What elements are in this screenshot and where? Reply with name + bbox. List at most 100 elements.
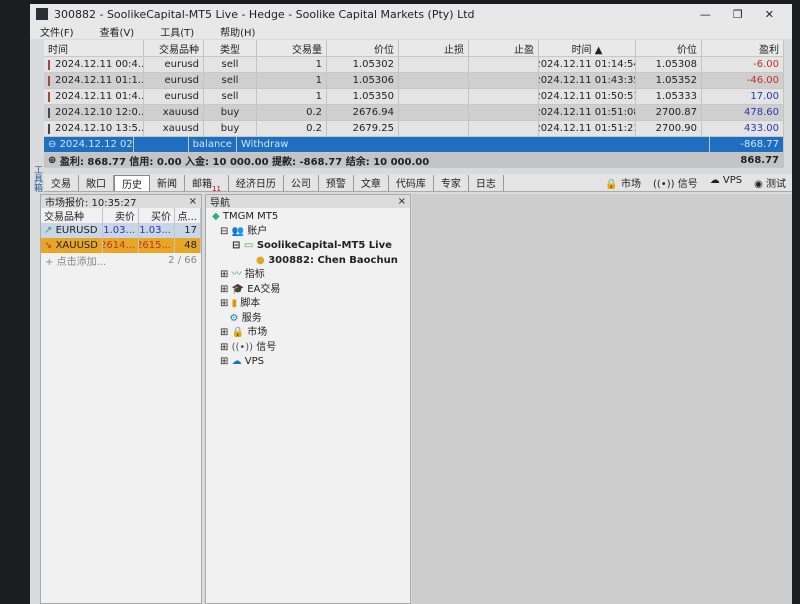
cell-comment: Withdraw (237, 137, 710, 152)
cell-text: buy (220, 123, 240, 134)
cell-volume: 0.2 (257, 105, 327, 120)
col-volume[interactable]: 交易量 (257, 40, 327, 56)
col-profit[interactable]: 盈利 (702, 40, 784, 56)
tab-4[interactable]: 邮箱11 (185, 174, 229, 193)
table-row[interactable]: 2024.12.11 01:4... eurusd sell 1 1.05350 2024… (44, 89, 784, 105)
cell-tp (469, 73, 539, 88)
tab-3[interactable]: 新闻 (150, 174, 185, 191)
cell-time: ⊖ 2024.12.12 02:4... (44, 137, 135, 152)
col-close-time[interactable]: 时间 ▲ (539, 40, 636, 56)
col-symbol[interactable]: 交易品种 (144, 40, 204, 56)
cell-type: buy (204, 105, 257, 120)
tab-11[interactable]: 日志 (469, 174, 504, 191)
tab-2[interactable]: 历史 (114, 174, 150, 191)
window-title: 300882 - SoolikeCapital-MT5 Live - Hedge… (54, 7, 475, 21)
vps-link[interactable]: ☁ VPS (710, 175, 742, 190)
tab-8[interactable]: 文章 (354, 174, 389, 191)
cell-time: 2024.12.11 00:4... (44, 57, 144, 72)
col-sl[interactable]: 止损 (399, 40, 469, 56)
mt5-icon: ◆ (212, 211, 220, 222)
tab-6[interactable]: 公司 (284, 174, 319, 191)
cell-type: buy (204, 121, 257, 136)
market-row-eurusd[interactable]: ↗ EURUSD 1.03... 1.03... 17 (41, 223, 201, 238)
cell-text: 1.05333 (655, 91, 697, 102)
tab-5[interactable]: 经济日历 (229, 174, 284, 191)
tab-label: 敞口 (86, 178, 106, 190)
table-row-selected[interactable]: ⊖ 2024.12.12 02:4... balanceWithdraw-868.… (44, 137, 784, 153)
tree-item[interactable]: ⊞ ▮ 脚本 (212, 297, 404, 312)
table-row[interactable]: 2024.12.11 01:1... eurusd sell 1 1.05306 2024… (44, 73, 784, 89)
tree-accounts[interactable]: ⊟ 👥 账户 (212, 225, 404, 240)
tab-1[interactable]: 敞口 (79, 174, 114, 191)
tab-label: 预警 (325, 178, 346, 190)
toolbox-label[interactable]: 工具箱 (30, 162, 43, 194)
tree-item-label: 市场 (247, 327, 268, 338)
app-logo-icon (36, 8, 48, 20)
tree-item[interactable]: ⊞ 🎓 EA交易 (212, 283, 404, 298)
col-time[interactable]: 时间 (44, 40, 144, 56)
tree-root[interactable]: ◆ TMGM MT5 (212, 210, 404, 225)
col-price[interactable]: 价位 (327, 40, 399, 56)
tree-account[interactable]: ● 300882: Chen Baochun (212, 254, 404, 269)
close-button[interactable]: ✕ (765, 8, 774, 21)
cell-symbol (134, 137, 189, 152)
mw-col-symbol[interactable]: 交易品种 (41, 208, 103, 223)
tab-0[interactable]: 交易 (44, 174, 79, 191)
tab-badge: 11 (212, 184, 221, 193)
table-header: 时间 交易品种 类型 交易量 价位 止损 止盈 时间 ▲ 价位 盈利 (44, 40, 784, 57)
cell-text: eurusd (164, 75, 200, 86)
col-tp[interactable]: 止盈 (469, 40, 539, 56)
tree-item[interactable]: ⊞ 〰 指标 (212, 268, 404, 283)
tree-item[interactable]: ⊞ ((•)) 信号 (212, 341, 404, 356)
tester-link[interactable]: ◉ 测试 (754, 175, 786, 190)
tree-item[interactable]: ⚙ 服务 (212, 312, 404, 327)
add-symbol-row[interactable]: + 点击添加... 2 / 66 (41, 253, 201, 268)
cell-sl (399, 57, 469, 72)
tree-item-label: VPS (244, 356, 264, 367)
tab-9[interactable]: 代码库 (389, 174, 434, 191)
close-icon[interactable]: × (398, 196, 406, 207)
cell-price: 2676.94 (327, 105, 399, 120)
deal-icon (48, 107, 50, 118)
close-icon[interactable]: × (189, 196, 197, 207)
col-close-price[interactable]: 价位 (636, 40, 702, 56)
cell-text: 1.05302 (352, 59, 394, 70)
cell-text: sell (221, 91, 239, 102)
cell-text: 2700.87 (655, 107, 697, 118)
col-type[interactable]: 类型 (204, 40, 257, 56)
menu-tools[interactable]: 工具(T) (160, 24, 194, 39)
cell-profit: -46.00 (702, 73, 784, 88)
market-row-xauusd[interactable]: ↘ XAUUSD 2614... 2615... 48 (41, 238, 201, 253)
summary-row: ⊕ 盈利: 868.77 信用: 0.00 入金: 10 000.00 提款: … (44, 153, 784, 168)
chart-area[interactable] (412, 194, 792, 604)
cell-price: 1.05350 (327, 89, 399, 104)
menu-file[interactable]: 文件(F) (40, 24, 74, 39)
table-row[interactable]: 2024.12.10 13:5... xauusd buy 0.2 2679.25 202… (44, 121, 784, 137)
cell-time: 2024.12.10 13:5... (44, 121, 144, 136)
maximize-button[interactable]: ❐ (733, 8, 743, 21)
cell-volume: 1 (257, 73, 327, 88)
tab-10[interactable]: 专家 (434, 174, 469, 191)
arrow-down-icon: ↘ (44, 240, 53, 251)
cell-text: 2024.12.11 00:4... (55, 59, 144, 70)
menu-view[interactable]: 查看(V) (100, 24, 135, 39)
mw-col-bid[interactable]: 卖价 (103, 208, 139, 223)
tree-server[interactable]: ⊟ ▭ SoolikeCapital-MT5 Live (212, 239, 404, 254)
mw-col-ask[interactable]: 买价 (139, 208, 175, 223)
table-row[interactable]: 2024.12.11 00:4... eurusd sell 1 1.05302 2024… (44, 57, 784, 73)
menu-help[interactable]: 帮助(H) (220, 24, 255, 39)
tab-7[interactable]: 预警 (319, 174, 354, 191)
tree-item[interactable]: ⊞ ☁ VPS (212, 355, 404, 370)
tree-item[interactable]: ⊞ 🔒 市场 (212, 326, 404, 341)
mt5-window: 300882 - SoolikeCapital-MT5 Live - Hedge… (30, 4, 792, 604)
market-link[interactable]: 🔒 市场 (605, 175, 641, 190)
cell-close-time: 2024.12.11 01:51:21 (539, 121, 636, 136)
minimize-button[interactable]: — (700, 8, 711, 21)
table-row[interactable]: 2024.12.10 12:0... xauusd buy 0.2 2676.94 202… (44, 105, 784, 121)
tab-label: 新闻 (157, 178, 177, 190)
mw-col-spread[interactable]: 点... (175, 208, 201, 223)
signals-link[interactable]: ((•)) 信号 (653, 175, 698, 190)
history-table: 时间 交易品种 类型 交易量 价位 止损 止盈 时间 ▲ 价位 盈利 2024.… (44, 40, 784, 168)
cell-close-price: 2700.90 (636, 121, 702, 136)
cell-text: 0.2 (306, 123, 322, 134)
